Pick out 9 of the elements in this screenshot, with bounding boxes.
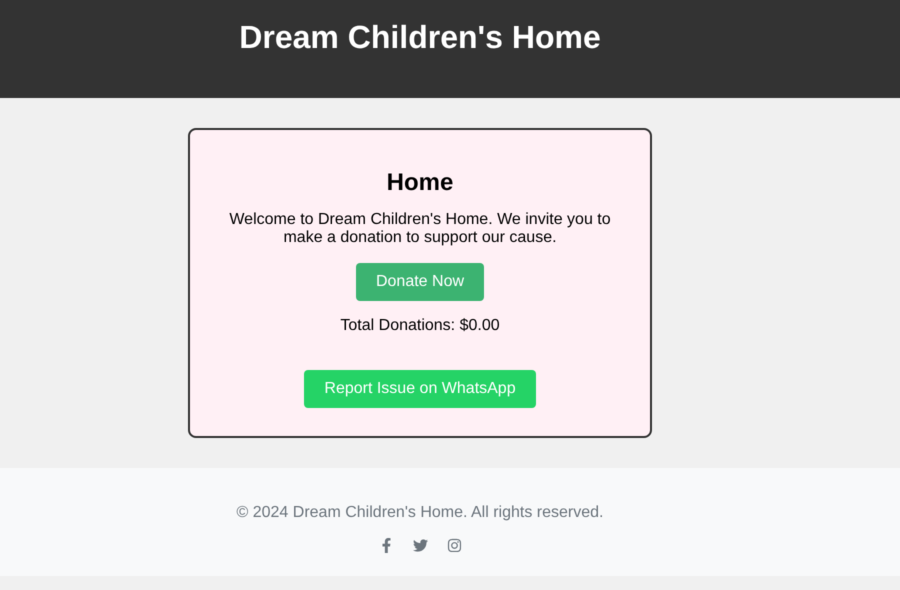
report-button[interactable]: Report Issue on WhatsApp (304, 370, 536, 408)
intro-text: Welcome to Dream Children's Home. We invite you to make a donation to support our cause. (228, 211, 612, 247)
site-title: Dream Children's Home (239, 18, 601, 57)
donate-button[interactable]: Donate Now (356, 263, 484, 301)
total-donations: Total Donations: $0.00 (340, 316, 500, 336)
copyright-text: © 2024 Dream Children's Home. All rights reserved. (236, 503, 604, 523)
camera-icon[interactable] (446, 537, 462, 553)
card-heading: Home (386, 168, 454, 198)
bird-icon[interactable] (412, 537, 428, 553)
